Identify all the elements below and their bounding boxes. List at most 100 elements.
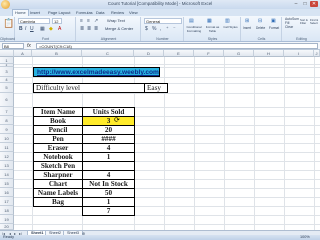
bold-icon[interactable]: B bbox=[19, 26, 23, 32]
column-header[interactable]: F bbox=[194, 50, 224, 57]
tab-data[interactable]: Data bbox=[96, 10, 104, 15]
status-bar: Ready 100% bbox=[0, 235, 320, 240]
cells-group: ⊞ ⊟ ▣ Insert Delete Format Cells bbox=[242, 17, 282, 41]
merge-center-button[interactable]: Merge & Center bbox=[105, 26, 133, 31]
format-as-table-icon[interactable]: ▦ bbox=[207, 18, 212, 24]
sort-filter-button[interactable]: Sort & Filter bbox=[300, 19, 310, 25]
align-middle-icon[interactable]: ≡ bbox=[87, 18, 90, 24]
row-header[interactable]: 3 bbox=[0, 67, 14, 77]
format-as-table-label: Format as Table bbox=[205, 25, 220, 33]
alignment-group: ≡ ≡ ↗ Wrap Text ≣ ≣ ≣ Merge & Center Ali… bbox=[77, 17, 141, 41]
cell-styles-icon[interactable]: ▥ bbox=[225, 18, 230, 24]
select-all-corner[interactable] bbox=[0, 50, 14, 57]
number-group: General $ % , ⁺ ⁻ Number bbox=[142, 17, 184, 41]
row-header[interactable]: 16 bbox=[0, 188, 14, 197]
column-header[interactable]: D bbox=[134, 50, 164, 57]
row-header[interactable]: 11 bbox=[0, 143, 14, 152]
number-format-select[interactable]: General bbox=[144, 18, 182, 24]
maximize-button[interactable]: □ bbox=[301, 1, 309, 7]
row-header[interactable]: 15 bbox=[0, 179, 14, 188]
grid-line bbox=[14, 64, 320, 65]
insert-cells-icon[interactable]: ⊞ bbox=[245, 18, 249, 24]
editing-group: AutoSum Fill Clear Sort & Filter Find & … bbox=[285, 17, 320, 41]
row-header[interactable]: 14 bbox=[0, 170, 14, 179]
column-header[interactable]: B bbox=[32, 50, 82, 57]
worksheet[interactable]: A B C D E F G H I J 1 2 3 4 5 6 7 8 9 10… bbox=[0, 50, 320, 230]
row-header[interactable]: 1 bbox=[0, 57, 14, 64]
difficulty-value: Easy bbox=[144, 83, 168, 93]
format-label: Format bbox=[269, 26, 280, 30]
name-box[interactable]: B8 bbox=[2, 43, 24, 49]
column-header[interactable]: E bbox=[164, 50, 194, 57]
column-header[interactable]: G bbox=[224, 50, 254, 57]
column-header[interactable]: I bbox=[284, 50, 314, 57]
align-left-icon[interactable]: ≣ bbox=[80, 26, 84, 32]
percent-icon[interactable]: % bbox=[152, 26, 156, 32]
wrap-text-button[interactable]: Wrap Text bbox=[107, 18, 125, 23]
row-header[interactable]: 6 bbox=[0, 93, 14, 107]
tab-view[interactable]: View bbox=[129, 10, 138, 15]
row-header[interactable]: 8 bbox=[0, 116, 14, 125]
currency-icon[interactable]: $ bbox=[145, 26, 148, 32]
status-ready: Ready bbox=[3, 235, 14, 239]
font-name-select[interactable]: Cambria bbox=[18, 18, 50, 24]
row-header[interactable]: 17 bbox=[0, 197, 14, 206]
conditional-formatting-label: Conditional Formatting bbox=[186, 25, 202, 33]
window-title: Count Tutorial [Compatibility Mode] - Mi… bbox=[107, 1, 213, 6]
minimize-button[interactable]: – bbox=[292, 1, 300, 7]
title-bar: Count Tutorial [Compatibility Mode] - Mi… bbox=[0, 0, 320, 9]
align-center-icon[interactable]: ≣ bbox=[87, 26, 91, 32]
align-top-icon[interactable]: ≡ bbox=[80, 18, 83, 24]
delete-cells-icon[interactable]: ⊟ bbox=[258, 18, 262, 24]
tab-home[interactable]: Home bbox=[12, 9, 29, 16]
row-header[interactable]: 7 bbox=[0, 107, 14, 116]
website-link[interactable]: http://www.excelmadeeasy.weebly.com/ bbox=[33, 67, 160, 77]
fx-icon[interactable]: fx bbox=[27, 43, 31, 49]
formula-bar: B8 fx =COUNT(C9:C18) bbox=[0, 42, 320, 50]
close-button[interactable]: ✕ bbox=[310, 1, 318, 7]
column-header[interactable]: H bbox=[254, 50, 284, 57]
font-size-select[interactable]: 12 bbox=[52, 18, 62, 24]
row-header[interactable]: 13 bbox=[0, 161, 14, 170]
comma-icon[interactable]: , bbox=[160, 26, 161, 32]
zoom-level[interactable]: 100% bbox=[300, 235, 310, 240]
format-cells-icon[interactable]: ▣ bbox=[271, 18, 276, 24]
row-header[interactable]: 9 bbox=[0, 125, 14, 134]
decrease-decimal-icon[interactable]: ⁻ bbox=[173, 26, 176, 32]
row-header[interactable]: 19 bbox=[0, 215, 14, 224]
italic-icon[interactable]: I bbox=[25, 26, 26, 32]
delete-label: Delete bbox=[256, 26, 266, 30]
row-header[interactable]: 10 bbox=[0, 134, 14, 143]
tab-insert[interactable]: Insert bbox=[30, 10, 40, 15]
row-header[interactable]: 12 bbox=[0, 152, 14, 161]
grid-line bbox=[14, 93, 320, 94]
clipboard-group: 📋 Clipboard bbox=[0, 17, 15, 41]
underline-icon[interactable]: U bbox=[30, 26, 34, 32]
column-header[interactable]: A bbox=[14, 50, 32, 57]
font-color-icon[interactable]: A bbox=[58, 26, 61, 32]
clear-button[interactable]: Clear bbox=[285, 25, 293, 30]
border-icon[interactable]: ▦ bbox=[40, 26, 45, 32]
grid-line bbox=[14, 224, 320, 225]
conditional-formatting-icon[interactable]: ▤ bbox=[189, 18, 194, 24]
tab-page-layout[interactable]: Page Layout bbox=[48, 10, 70, 15]
count-result-cell[interactable]: 7 bbox=[82, 206, 135, 216]
orientation-icon[interactable]: ↗ bbox=[94, 18, 98, 24]
difficulty-label: Difficulty level bbox=[33, 83, 145, 93]
tab-formulas[interactable]: Formulas bbox=[76, 10, 93, 15]
increase-decimal-icon[interactable]: ⁺ bbox=[166, 26, 169, 32]
ribbon: 📋 Clipboard Cambria 12 B I U ▦ ◆ A Font … bbox=[0, 16, 320, 42]
cell-styles-label: Cell Styles bbox=[223, 25, 238, 29]
column-header[interactable]: J bbox=[314, 50, 320, 57]
align-right-icon[interactable]: ≣ bbox=[94, 26, 98, 32]
tab-review[interactable]: Review bbox=[111, 10, 124, 15]
paste-icon[interactable]: 📋 bbox=[3, 19, 14, 28]
row-header[interactable]: 18 bbox=[0, 206, 14, 215]
grid-line bbox=[14, 77, 320, 78]
styles-group: ▤ ▦ ▥ Conditional Formatting Format as T… bbox=[185, 17, 241, 41]
row-header[interactable]: 5 bbox=[0, 83, 14, 93]
find-select-button[interactable]: Find & Select bbox=[310, 19, 320, 25]
column-header[interactable]: C bbox=[82, 50, 134, 57]
formula-input[interactable]: =COUNT(C9:C18) bbox=[36, 43, 318, 49]
fill-color-icon[interactable]: ◆ bbox=[49, 26, 53, 32]
